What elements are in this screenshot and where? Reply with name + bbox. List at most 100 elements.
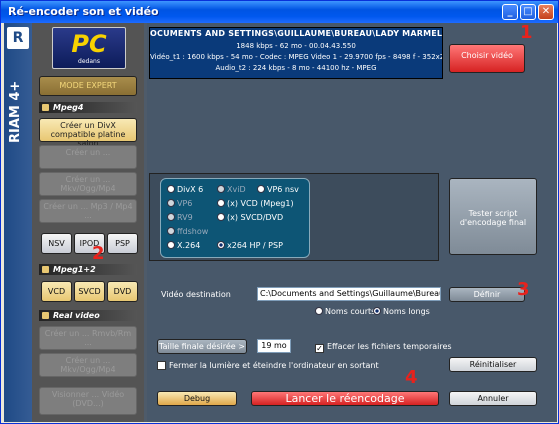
codec-panel: DivX 6 XviD VP6 nsv VP6 (x) VCD (Mpeg1) … [149, 173, 439, 261]
source-summary: 1848 kbps - 62 mo - 00.04.43.550 [236, 42, 356, 50]
final-size-input[interactable]: 19 mo [257, 339, 291, 353]
section-label: Real video [53, 311, 100, 320]
riam-logo: RIAM 4+ [8, 80, 23, 144]
launch-encoding-button[interactable]: Lancer le réencodage [251, 391, 439, 406]
source-info-box: OCUMENTS AND SETTINGS\GUILLAUME\BUREAU\L… [149, 27, 443, 79]
radio-vcd-mpeg1[interactable]: (x) VCD (Mpeg1) [217, 199, 294, 208]
radio-vp6[interactable]: VP6 [167, 199, 192, 208]
real-video-item-2[interactable]: Créer un ... Mkv/Ogg/Mp4 [39, 353, 137, 377]
sidebar-item-2[interactable]: Créer un ... [39, 145, 137, 169]
radio-long-names[interactable]: Noms longs [373, 307, 430, 316]
shutdown-checkbox[interactable]: Fermer la lumière et éteindre l'ordinate… [157, 361, 379, 370]
test-script-button[interactable]: Tester script d'encodage final [449, 178, 537, 255]
radio-icon [217, 213, 225, 221]
marker-2: 2 [92, 243, 105, 264]
radio-label: Noms longs [383, 307, 430, 316]
destination-path-input[interactable]: C:\Documents and Settings\Guillaume\Bure… [257, 287, 441, 301]
main-panel: OCUMENTS AND SETTINGS\GUILLAUME\BUREAU\L… [92, 22, 557, 422]
radio-rv9[interactable]: RV9 [167, 213, 193, 222]
debug-button[interactable]: Debug [157, 391, 237, 406]
video-track-info: Vidéo_t1 : 1600 kbps - 54 mo - Codec : M… [150, 53, 442, 61]
radio-divx6[interactable]: DivX 6 [167, 185, 203, 194]
define-button[interactable]: Définir [449, 287, 525, 302]
r-logo-icon: R [7, 27, 29, 49]
radio-icon [315, 307, 323, 315]
close-button[interactable]: ✕ [538, 4, 554, 20]
radio-icon [167, 185, 175, 193]
create-divx-button[interactable]: Créer un DivX compatible platine salon [39, 118, 137, 148]
section-bullet-icon [42, 104, 49, 111]
marker-3: 3 [517, 279, 530, 300]
dvd-button[interactable]: DVD [107, 281, 138, 302]
marker-4: 4 [405, 367, 418, 388]
real-video-item-3[interactable]: Visionner ... Vidéo (DVD...) [39, 387, 137, 415]
checkbox-label: Effacer les fichiers temporaires [327, 342, 452, 351]
radio-svcd-dvd[interactable]: (x) SVCD/DVD [217, 213, 283, 222]
radio-x264[interactable]: X.264 [167, 241, 200, 250]
radio-ffdshow[interactable]: ffdshow [167, 227, 208, 236]
section-bullet-icon [42, 312, 49, 319]
pc-logo-text: PC [71, 30, 107, 58]
reset-button[interactable]: Réinitialiser [449, 357, 537, 372]
brand-strip: R RIAM 4+ [4, 23, 32, 422]
radio-label: RV9 [177, 213, 193, 222]
radio-icon [217, 199, 225, 207]
destination-label: Vidéo destination [161, 290, 231, 299]
minimize-button[interactable]: _ [502, 4, 518, 20]
radio-x264hp[interactable]: x264 HP / PSP [217, 241, 283, 250]
real-video-item-1[interactable]: Créer un ... Rmvb/Rm ... [39, 326, 137, 350]
radio-icon [257, 185, 265, 193]
marker-1: 1 [520, 22, 533, 43]
app-window: Ré-encoder son et vidéo _ □ ✕ R RIAM 4+ … [0, 0, 559, 424]
section-mpeg12: Mpeg1+2 [39, 264, 137, 275]
radio-icon [167, 241, 175, 249]
codec-selector: DivX 6 XviD VP6 nsv VP6 (x) VCD (Mpeg1) … [160, 178, 310, 258]
final-size-button[interactable]: Taille finale désirée > [157, 339, 247, 354]
pc-logo-subtext: dedans [78, 58, 100, 65]
section-label: Mpeg1+2 [53, 265, 96, 274]
sidebar: PC dedans MODE EXPERT Mpeg4 Créer un Div… [32, 23, 144, 422]
radio-short-names[interactable]: Noms courts [315, 307, 375, 316]
maximize-button[interactable]: □ [520, 4, 536, 20]
checkbox-icon [157, 361, 166, 370]
section-label: Mpeg4 [53, 103, 84, 112]
client-area: R RIAM 4+ PC dedans MODE EXPERT Mpeg4 Cr… [4, 22, 557, 422]
vcd-button[interactable]: VCD [41, 281, 72, 302]
psp-button[interactable]: PSP [107, 233, 138, 254]
radio-label: (x) VCD (Mpeg1) [227, 199, 294, 208]
title-bar[interactable]: Ré-encoder son et vidéo _ □ ✕ [1, 1, 558, 23]
pc-logo: PC dedans [52, 27, 126, 69]
svcd-button[interactable]: SVCD [74, 281, 105, 302]
radio-vp6nsv[interactable]: VP6 nsv [257, 185, 299, 194]
radio-label: (x) SVCD/DVD [227, 213, 284, 222]
choose-video-button[interactable]: Choisir vidéo [449, 44, 525, 73]
audio-track-info: Audio_t2 : 224 kbps - 8 mo - 44100 hz - … [215, 64, 377, 72]
radio-label: Noms courts [325, 307, 376, 316]
radio-label: X.264 [177, 241, 201, 250]
radio-selected-icon [373, 307, 381, 315]
window-title: Ré-encoder son et vidéo [8, 5, 159, 18]
radio-xvid[interactable]: XviD [217, 185, 246, 194]
radio-label: VP6 nsv [267, 185, 299, 194]
radio-label: XviD [227, 185, 246, 194]
mode-expert-button[interactable]: MODE EXPERT [39, 76, 137, 96]
radio-label: VP6 [177, 199, 193, 208]
section-real-video: Real video [39, 310, 137, 321]
radio-icon [167, 213, 175, 221]
sidebar-item-3[interactable]: Créer un ... Mkv/Ogg/Mp4 [39, 172, 137, 196]
radio-selected-icon [217, 241, 225, 249]
checkbox-label: Fermer la lumière et éteindre l'ordinate… [169, 361, 379, 370]
radio-icon [167, 199, 175, 207]
radio-label: x264 HP / PSP [227, 241, 283, 250]
sidebar-item-4[interactable]: Créer un ... Mp3 / Mp4 ... [39, 199, 137, 223]
cancel-button[interactable]: Annuler [449, 391, 537, 406]
nsv-button[interactable]: NSV [41, 233, 72, 254]
radio-icon [217, 185, 225, 193]
source-path: OCUMENTS AND SETTINGS\GUILLAUME\BUREAU\L… [150, 29, 442, 38]
section-bullet-icon [42, 266, 49, 273]
section-mpeg4: Mpeg4 [39, 102, 137, 113]
delete-temp-checkbox[interactable]: ✓ Effacer les fichiers temporaires [315, 342, 452, 353]
radio-label: ffdshow [177, 227, 209, 236]
radio-label: DivX 6 [177, 185, 204, 194]
radio-icon [167, 227, 175, 235]
